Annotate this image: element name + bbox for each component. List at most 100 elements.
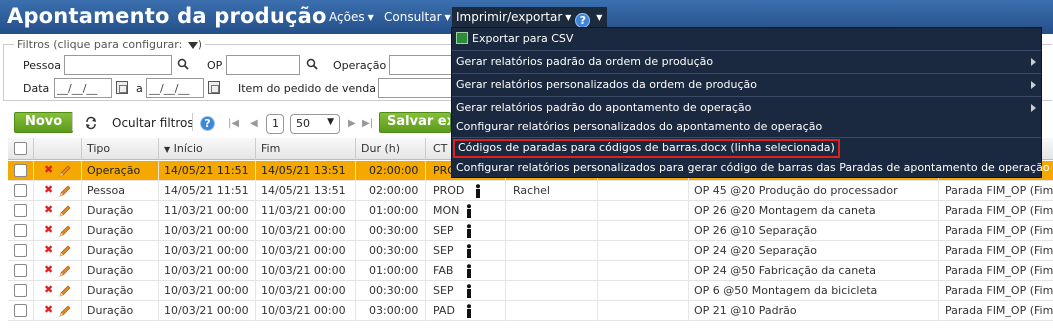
row-checkbox[interactable] [14,204,27,217]
menu-imprimir-exportar[interactable]: Imprimir/exportar ▼ ? ▼ [452,7,608,29]
row-checkbox[interactable] [14,264,27,277]
table-row[interactable]: ✖ Duração 11/03/21 00:00 11/03/21 00:00 01:0… [8,201,1053,221]
edit-icon[interactable] [58,264,72,278]
column-divider [505,241,506,261]
menu-item-relatorios-padrao-apontamento[interactable]: Gerar relatórios padrão do apontamento d… [456,101,1036,119]
hide-filters-button[interactable]: Ocultar filtros [112,116,194,130]
delete-icon[interactable]: ✖ [44,203,53,216]
operacao-label: Operação [333,59,387,72]
column-divider [355,181,356,201]
page-size-select[interactable]: 50 ▼ [290,114,340,134]
table-row[interactable]: ✖ Duração 10/03/21 00:00 10/03/21 00:00 00:3… [8,281,1053,301]
date-from-input[interactable]: __/__/__ [54,78,112,98]
edit-icon[interactable] [58,224,72,238]
column-divider [33,241,34,261]
op-input[interactable] [226,55,300,75]
delete-icon[interactable]: ✖ [44,263,53,276]
menu-item-relatorios-personalizados-op[interactable]: Gerar relatórios personalizados da ordem… [456,78,1036,96]
row-checkbox[interactable] [14,244,27,257]
cell-parada: Parada FIM_OP (Fim [945,244,1053,257]
edit-icon[interactable] [58,304,72,318]
first-page-icon[interactable]: |◀ [228,118,239,129]
edit-icon[interactable] [58,204,72,218]
last-page-icon[interactable]: ▶| [362,118,373,129]
col-tipo[interactable]: Tipo [87,142,110,155]
menu-item-configurar-relatorios[interactable]: Configurar relatórios personalizados do … [456,120,822,138]
column-divider [255,138,256,160]
page-number-input[interactable]: 1 [266,114,284,134]
pessoa-input[interactable] [64,55,172,75]
prev-page-icon[interactable]: ◀ [250,118,258,129]
column-divider [255,181,256,201]
chevron-down-icon[interactable]: ▼ [596,13,602,22]
menu-consultar[interactable]: Consultar ▼ [384,10,451,24]
next-page-icon[interactable]: ▶ [348,118,356,129]
new-button[interactable]: Novo [14,112,74,133]
chevron-right-icon [1031,104,1036,112]
item-pedido-input[interactable] [378,78,453,98]
column-divider [688,201,689,221]
menu-acoes[interactable]: Ações ▼ [329,10,374,24]
save-export-button[interactable]: Salvar ex [379,112,451,133]
col-inicio[interactable]: ▼ Início [164,142,203,155]
column-divider [158,138,159,160]
menu-item-configurar-codigo-barras[interactable]: Configurar relatórios personalizados par… [456,161,1050,179]
delete-icon[interactable]: ✖ [44,303,53,316]
filters-legend[interactable]: Filtros (clique para configurar: ) [14,38,206,51]
cell-op: OP 6 @50 Montagem da bicicleta [694,284,878,297]
help-icon[interactable]: ? [575,13,591,28]
col-ct[interactable]: CT [433,142,447,155]
table-row[interactable]: ✖ Duração 10/03/21 00:00 10/03/21 00:00 00:3… [8,221,1053,241]
edit-icon[interactable] [58,244,72,258]
column-divider [33,221,34,241]
calendar-icon[interactable] [208,81,220,94]
col-fim[interactable]: Fim [261,142,280,155]
cell-tipo: Pessoa [87,184,125,197]
row-checkbox[interactable] [14,224,27,237]
menu-item-relatorios-padrao-op[interactable]: Gerar relatórios padrão da ordem de prod… [456,55,1036,73]
column-divider [938,181,939,201]
refresh-icon[interactable] [84,116,98,130]
column-divider [355,241,356,261]
delete-icon[interactable]: ✖ [44,163,53,176]
menu-item-export-csv[interactable]: Exportar para CSV [456,32,573,50]
calendar-icon[interactable] [116,81,128,94]
row-checkbox[interactable] [14,184,27,197]
delete-icon[interactable]: ✖ [44,243,53,256]
menu-consultar-label: Consultar [384,10,442,24]
pessoa-label: Pessoa [23,59,61,72]
search-icon[interactable] [306,58,318,70]
cell-tipo: Duração [87,284,134,297]
help-icon[interactable]: ? [200,116,215,131]
search-icon[interactable] [177,58,189,70]
table-row[interactable]: ✖ Duração 10/03/21 00:00 10/03/21 00:00 03:0… [8,301,1053,321]
edit-icon[interactable] [58,164,72,178]
toolbar-divider [72,113,73,131]
menu-item-codigos-paradas[interactable]: Códigos de paradas para códigos de barra… [453,139,840,158]
col-dur[interactable]: Dur (h) [361,142,400,155]
operacao-input[interactable] [389,55,453,75]
column-divider [688,241,689,261]
edit-icon[interactable] [58,184,72,198]
column-divider [505,221,506,241]
cell-inicio: 10/03/21 00:00 [164,264,249,277]
chevron-down-icon: ▼ [327,117,334,127]
cell-ct: PAD [433,304,455,317]
delete-icon[interactable]: ✖ [44,223,53,236]
column-divider [505,261,506,281]
row-checkbox[interactable] [14,164,27,177]
cell-inicio: 11/03/21 00:00 [164,204,249,217]
filter-icon[interactable] [187,42,198,49]
table-row[interactable]: ✖ Duração 10/03/21 00:00 10/03/21 00:00 01:0… [8,261,1053,281]
table-row[interactable]: ✖ Duração 10/03/21 00:00 10/03/21 00:00 00:3… [8,241,1053,261]
select-all-checkbox[interactable] [14,142,27,155]
column-divider [425,301,426,321]
row-checkbox[interactable] [14,284,27,297]
delete-icon[interactable]: ✖ [44,183,53,196]
edit-icon[interactable] [58,284,72,298]
row-checkbox[interactable] [14,304,27,317]
cell-parada: Parada FIM_OP (Fim [945,304,1053,317]
delete-icon[interactable]: ✖ [44,283,53,296]
table-row[interactable]: ✖ Pessoa 14/05/21 11:51 14/05/21 13:51 02:00… [8,181,1053,201]
date-to-input[interactable]: __/__/__ [146,78,204,98]
